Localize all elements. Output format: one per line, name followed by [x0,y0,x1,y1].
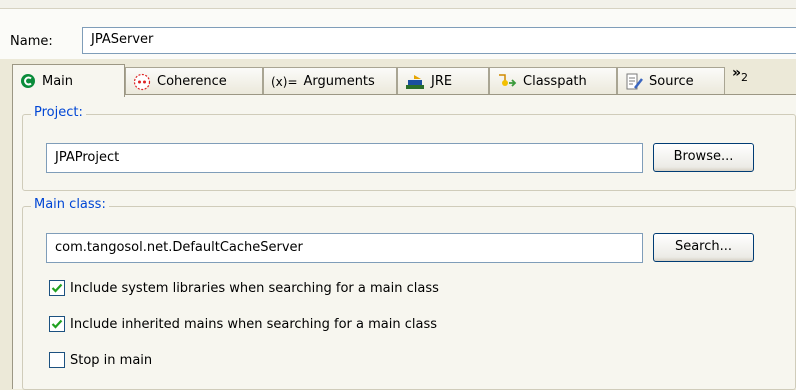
option-label: Stop in main [70,352,153,368]
name-input[interactable]: JPAServer [82,27,796,54]
option-label: Include system libraries when searching … [70,280,439,296]
option-include-inherited-mains[interactable]: Include inherited mains when searching f… [49,316,437,332]
checkbox-include-system-libraries[interactable] [49,280,65,296]
tab-coherence[interactable]: Coherence [125,67,263,95]
option-stop-in-main[interactable]: Stop in main [49,352,152,368]
name-label: Name: [10,34,53,49]
checkmark-icon [51,319,63,329]
tab-overflow-button[interactable]: »2 [732,65,748,84]
tab-source[interactable]: Source [617,67,725,95]
tab-label: Coherence [157,74,227,89]
tab-classpath[interactable]: Classpath [489,67,617,95]
classpath-icon [497,73,517,91]
tab-arguments[interactable]: (x)= Arguments [263,67,397,95]
tab-label: Main [42,73,74,89]
checkbox-stop-in-main[interactable] [49,352,65,368]
tab-label: Classpath [523,74,587,89]
coherence-icon [133,73,151,91]
option-label: Include inherited mains when searching f… [70,316,438,332]
tab-label: JRE [431,74,453,89]
main-class-group-title: Main class: [31,197,109,212]
main-class-icon [20,73,36,89]
tab-label: Source [649,74,694,89]
project-input[interactable]: JPAProject [46,143,643,173]
browse-button[interactable]: Browse... [653,143,754,172]
tab-jre[interactable]: JRE [397,67,489,95]
jre-icon [405,74,425,90]
checkbox-include-inherited-mains[interactable] [49,316,65,332]
tab-label: Arguments [303,74,375,89]
checkmark-icon [51,283,63,293]
arguments-icon: (x)= [271,74,298,89]
main-tab-panel: Project: JPAProject Browse... Main class… [12,94,796,390]
name-row: Name: JPAServer [0,9,796,59]
search-button[interactable]: Search... [653,233,754,262]
tab-bar: Main Coherence (x)= Arguments JRE Classp… [0,62,796,97]
option-include-system-libraries[interactable]: Include system libraries when searching … [49,280,439,296]
source-icon [625,73,643,91]
project-group: Project: JPAProject Browse... [22,105,796,191]
tab-main[interactable]: Main [12,64,125,97]
project-group-title: Project: [31,105,86,120]
top-edge [0,0,796,9]
main-class-input[interactable]: com.tangosol.net.DefaultCacheServer [46,233,643,263]
